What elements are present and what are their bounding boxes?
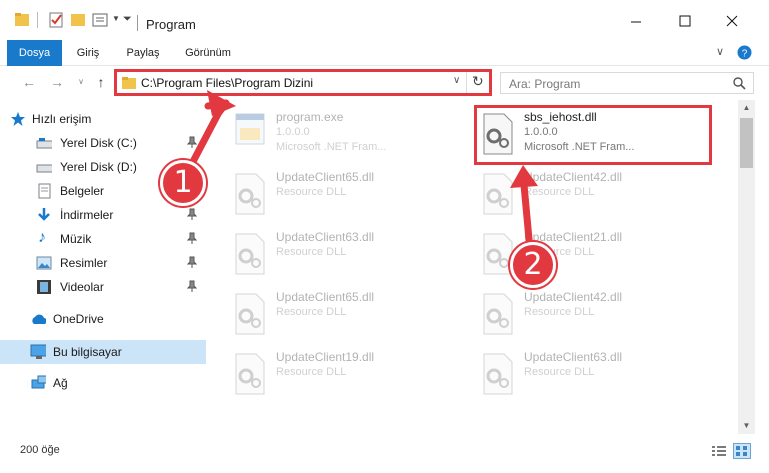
arrow-to-file	[520, 181, 534, 254]
arrow-head-2	[510, 165, 538, 188]
callout-step-2: 2	[510, 242, 556, 288]
callout-arrows	[182, 90, 538, 254]
callout-step-1: 1	[160, 160, 206, 206]
